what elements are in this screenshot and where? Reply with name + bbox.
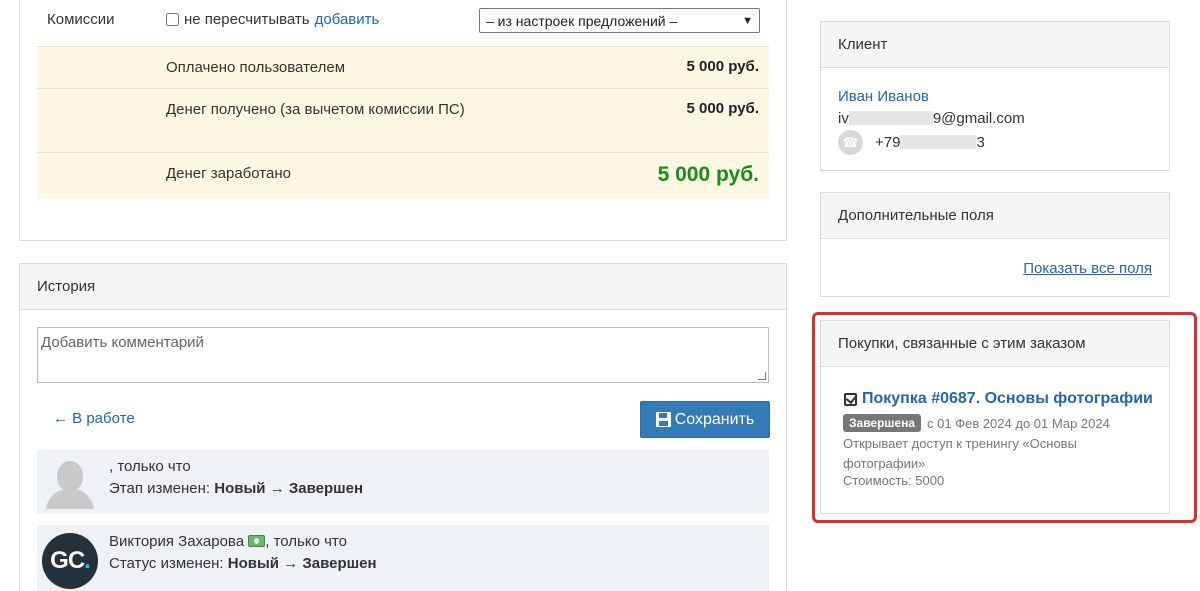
save-button[interactable]: Сохранить — [640, 401, 770, 438]
client-panel-title: Клиент — [821, 22, 1169, 68]
no-recalc-checkbox-input[interactable] — [166, 13, 179, 26]
commissions-label: Комиссии — [47, 11, 115, 28]
history-time: , только что — [109, 458, 191, 475]
earned-total-value: 5 000 руб. — [657, 163, 759, 186]
payment-row-label: Денег получено (за вычетом комиссии ПС) — [166, 101, 465, 118]
avatar-text: GC — [50, 547, 85, 574]
client-phone-end: 3 — [976, 134, 985, 151]
redacted-block — [900, 135, 977, 149]
history-entry-meta: Виктория Захарова , только что — [109, 533, 347, 550]
phone-icon: ☎ — [838, 130, 863, 155]
client-email-start: iv — [838, 110, 849, 127]
history-title: История — [20, 264, 786, 310]
history-change-prefix: Этап изменен: — [109, 480, 211, 497]
arrow-right-icon: → — [269, 480, 285, 497]
comment-input[interactable]: Добавить комментарий — [37, 327, 769, 383]
commission-source-value: – из настроек предложений – — [486, 12, 678, 29]
history-to-value: Завершен — [302, 555, 377, 572]
payment-summary-table: Оплачено пользователем 5 000 руб. Денег … — [37, 46, 769, 199]
history-time: , только что — [265, 533, 347, 550]
client-email-end: 9@gmail.com — [932, 110, 1025, 127]
history-author: Виктория Захарова — [109, 533, 245, 550]
no-recalc-checkbox[interactable]: не пересчитывать добавить — [166, 11, 379, 28]
history-from-value: Новый — [214, 480, 266, 497]
client-phone-start: +79 — [875, 134, 901, 151]
commission-source-select[interactable]: – из настроек предложений – ▼ — [479, 8, 760, 33]
avatar-dot: . — [84, 547, 91, 574]
comment-placeholder: Добавить комментарий — [41, 334, 204, 351]
payment-row-label: Денег заработано — [166, 165, 291, 182]
history-entry: , только что Этап изменен: Новый → Завер… — [37, 450, 769, 514]
payment-row-earned: Денег заработано 5 000 руб. — [37, 152, 769, 199]
history-to-value: Завершен — [288, 480, 364, 497]
payment-row-value: 5 000 руб. — [686, 100, 759, 117]
order-finance-panel: Комиссии не пересчитывать добавить – из … — [19, 0, 787, 241]
history-from-value: Новый — [227, 555, 279, 572]
redacted-block — [848, 111, 933, 125]
extra-fields-title: Дополнительные поля — [821, 193, 1169, 239]
history-entry-meta: , только что — [109, 458, 191, 475]
arrow-right-icon: → — [283, 555, 299, 572]
avatar: GC. — [42, 533, 98, 589]
client-email: iv 9@gmail.com — [838, 110, 1025, 127]
save-button-label: Сохранить — [674, 410, 755, 428]
floppy-disk-icon — [655, 412, 671, 427]
default-avatar-icon — [44, 457, 96, 509]
show-all-fields-link[interactable]: Показать все поля — [1023, 260, 1152, 277]
extra-fields-panel: Дополнительные поля Показать все поля — [820, 192, 1170, 297]
back-to-work-link[interactable]: ← В работе — [53, 410, 135, 427]
payment-row-received: Денег получено (за вычетом комиссии ПС) … — [37, 88, 769, 152]
no-recalc-label: не пересчитывать — [184, 11, 310, 28]
commissions-row: Комиссии не пересчитывать добавить – из … — [20, 0, 786, 46]
client-phone: ☎ +79 3 — [838, 130, 985, 155]
history-change-prefix: Статус изменен: — [109, 555, 224, 572]
client-name-link[interactable]: Иван Иванов — [838, 88, 929, 105]
history-entry-text: Статус изменен: Новый → Завершен — [109, 555, 377, 572]
money-icon — [248, 535, 266, 547]
resize-handle-icon[interactable] — [758, 372, 766, 380]
history-entry-text: Этап изменен: Новый → Завершен — [109, 480, 363, 497]
history-entry: GC. Виктория Захарова , только что Стату… — [37, 525, 769, 591]
history-panel: История Добавить комментарий ← В работе … — [19, 263, 787, 591]
payment-row-paid: Оплачено пользователем 5 000 руб. — [37, 46, 769, 88]
chevron-down-icon: ▼ — [742, 14, 753, 27]
payment-row-value: 5 000 руб. — [686, 58, 759, 75]
client-panel: Клиент Иван Иванов iv 9@gmail.com ☎ +79 3 — [820, 21, 1170, 171]
highlight-frame — [812, 312, 1197, 523]
add-commission-link[interactable]: добавить — [315, 11, 380, 28]
payment-row-label: Оплачено пользователем — [166, 59, 346, 76]
